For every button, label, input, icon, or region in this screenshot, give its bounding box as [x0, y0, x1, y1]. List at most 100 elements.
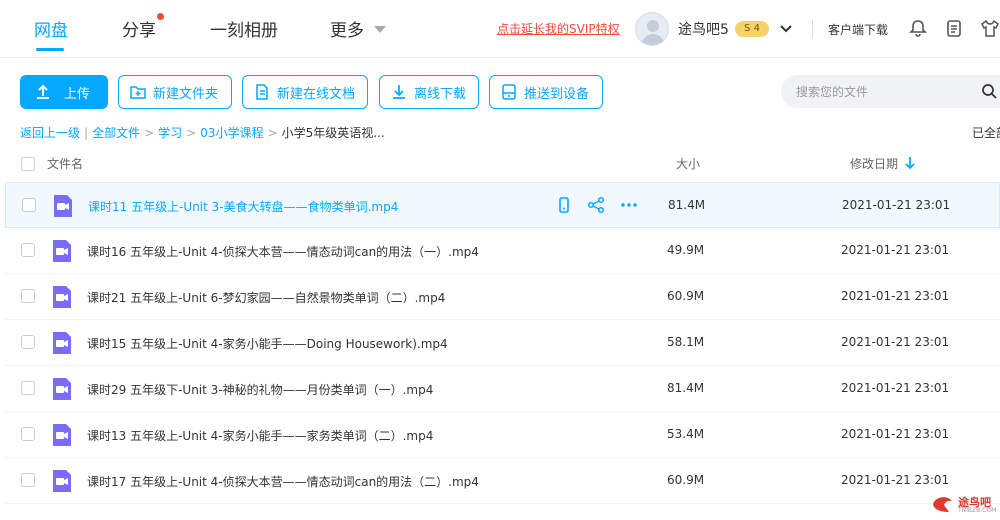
video-file-icon	[53, 286, 71, 308]
file-size: 60.9M	[667, 473, 705, 487]
file-size: 58.1M	[667, 335, 705, 349]
file-modified-date: 2021-01-21 23:01	[842, 198, 951, 212]
file-name[interactable]: 课时15 五年级上-Unit 4-家务小能手——Doing Housework)…	[87, 335, 448, 352]
table-row[interactable]: 课时16 五年级上-Unit 4-侦探大本营——情态动词can的用法（一）.mp…	[5, 228, 1000, 274]
notification-dot	[157, 13, 164, 20]
search-icon[interactable]	[981, 83, 997, 99]
top-nav-bar: 网盘 分享 一刻相册 更多 点击延长我的SVIP特权 途鸟吧5 S 4 客户端下…	[0, 0, 1000, 58]
device-icon	[502, 84, 516, 100]
username[interactable]: 途鸟吧5	[678, 19, 729, 39]
file-modified-date: 2021-01-21 23:01	[841, 473, 950, 487]
video-file-icon	[54, 195, 72, 217]
table-row[interactable]: 课时15 五年级上-Unit 4-家务小能手——Doing Housework)…	[5, 320, 1000, 366]
file-name[interactable]: 课时11 五年级上-Unit 3-美食大转盘——食物类单词.mp4	[88, 198, 398, 215]
table-row[interactable]: 课时13 五年级上-Unit 4-家务小能手——家务类单词（二）.mp4 53.4…	[5, 412, 1000, 458]
breadcrumb-primary-course[interactable]: 03小学课程	[200, 126, 263, 140]
row-checkbox[interactable]	[21, 335, 35, 349]
clipboard-icon[interactable]	[944, 18, 964, 38]
video-file-icon	[53, 332, 71, 354]
video-file-icon	[53, 240, 71, 262]
active-tab-indicator	[36, 48, 64, 51]
file-size: 81.4M	[668, 198, 706, 212]
row-checkbox[interactable]	[21, 473, 35, 487]
offline-download-label: 离线下载	[414, 86, 467, 102]
row-checkbox[interactable]	[21, 243, 35, 257]
file-name[interactable]: 课时29 五年级下-Unit 3-神秘的礼物——月份类单词（一）.mp4	[87, 381, 433, 398]
file-modified-date: 2021-01-21 23:01	[841, 335, 950, 349]
tab-album[interactable]: 一刻相册	[210, 16, 278, 41]
new-online-doc-button[interactable]: 新建在线文档	[242, 75, 368, 109]
upload-button[interactable]: 上传	[20, 75, 108, 109]
video-file-icon	[53, 378, 71, 400]
search-box[interactable]: 搜索您的文件	[781, 75, 1000, 108]
divider	[812, 20, 813, 38]
column-header-name[interactable]: 文件名	[47, 155, 83, 172]
video-file-icon	[53, 424, 71, 446]
breadcrumb-separator: |	[84, 126, 89, 140]
breadcrumb-separator: >	[144, 126, 155, 140]
document-icon	[256, 84, 268, 100]
file-size: 49.9M	[667, 243, 705, 257]
breadcrumb-separator: >	[186, 126, 197, 140]
share-icon[interactable]	[587, 196, 605, 214]
chevron-down-icon[interactable]	[778, 20, 794, 36]
more-icon[interactable]	[620, 196, 638, 214]
tab-more[interactable]: 更多	[330, 16, 364, 41]
file-modified-date: 2021-01-21 23:01	[841, 289, 950, 303]
table-row[interactable]: 课时17 五年级上-Unit 4-侦探大本营——情态动词can的用法（二）.mp…	[5, 458, 1000, 504]
watermark-subtext: TNIBZB.COM	[958, 507, 997, 514]
phone-icon[interactable]	[555, 196, 573, 214]
breadcrumb-current: 小学5年级英语视...	[281, 126, 385, 140]
new-folder-label: 新建文件夹	[153, 86, 219, 102]
bell-icon[interactable]	[908, 18, 928, 38]
breadcrumb-study[interactable]: 学习	[158, 126, 182, 140]
breadcrumb-separator: >	[267, 126, 278, 140]
push-to-device-label: 推送到设备	[524, 86, 590, 102]
row-checkbox[interactable]	[21, 381, 35, 395]
file-name[interactable]: 课时13 五年级上-Unit 4-家务小能手——家务类单词（二）.mp4	[87, 427, 433, 444]
row-checkbox[interactable]	[22, 198, 36, 212]
vip-level-badge: S 4	[735, 21, 769, 37]
folder-plus-icon	[130, 86, 146, 99]
tab-share[interactable]: 分享	[122, 16, 156, 41]
download-icon	[393, 85, 405, 99]
file-name[interactable]: 课时21 五年级上-Unit 6-梦幻家园——自然景物类单词（二）.mp4	[87, 289, 445, 306]
watermark-logo: 途鸟吧 TNIBZB.COM	[930, 492, 997, 516]
sort-desc-icon[interactable]	[904, 156, 916, 170]
file-size: 53.4M	[667, 427, 705, 441]
bird-logo-icon	[933, 497, 952, 512]
video-file-icon	[53, 470, 71, 492]
table-row[interactable]: 课时29 五年级下-Unit 3-神秘的礼物——月份类单词（一）.mp4 81.4…	[5, 366, 1000, 412]
tshirt-icon[interactable]	[980, 18, 1000, 38]
offline-download-button[interactable]: 离线下载	[379, 75, 479, 109]
upload-icon	[37, 84, 49, 99]
file-size: 60.9M	[667, 289, 705, 303]
breadcrumb: 返回上一级 | 全部文件 > 学习 >03小学课程 > 小学5年级英语视...	[20, 124, 385, 141]
svip-promo-link[interactable]: 点击延长我的SVIP特权	[497, 20, 620, 37]
tab-netdisk[interactable]: 网盘	[34, 16, 68, 41]
file-size: 81.4M	[667, 381, 705, 395]
select-all-checkbox[interactable]	[21, 157, 35, 171]
load-status: 已全部加载	[972, 126, 1000, 140]
new-online-doc-label: 新建在线文档	[277, 86, 356, 102]
table-header: 文件名 大小 修改日期	[0, 146, 1000, 182]
avatar[interactable]	[635, 12, 669, 46]
table-row[interactable]: 课时11 五年级上-Unit 3-美食大转盘——食物类单词.mp4 81.4M 20…	[5, 182, 1000, 228]
row-checkbox[interactable]	[21, 427, 35, 441]
more-dropdown-icon[interactable]	[374, 26, 386, 33]
column-header-date[interactable]: 修改日期	[850, 155, 898, 172]
back-link[interactable]: 返回上一级	[20, 126, 80, 140]
column-header-size[interactable]: 大小	[676, 155, 700, 172]
file-name[interactable]: 课时17 五年级上-Unit 4-侦探大本营——情态动词can的用法（二）.mp…	[87, 473, 479, 490]
table-row[interactable]: 课时21 五年级上-Unit 6-梦幻家园——自然景物类单词（二）.mp4 60.…	[5, 274, 1000, 320]
push-to-device-button[interactable]: 推送到设备	[489, 75, 603, 109]
upload-label: 上传	[64, 86, 91, 102]
new-folder-button[interactable]: 新建文件夹	[118, 75, 232, 109]
breadcrumb-all-files[interactable]: 全部文件	[92, 126, 140, 140]
file-name[interactable]: 课时16 五年级上-Unit 4-侦探大本营——情态动词can的用法（一）.mp…	[87, 243, 479, 260]
search-input[interactable]: 搜索您的文件	[796, 83, 868, 100]
client-download-link[interactable]: 客户端下载	[828, 21, 888, 38]
file-modified-date: 2021-01-21 23:01	[841, 427, 950, 441]
row-checkbox[interactable]	[21, 289, 35, 303]
file-modified-date: 2021-01-21 23:01	[841, 381, 950, 395]
